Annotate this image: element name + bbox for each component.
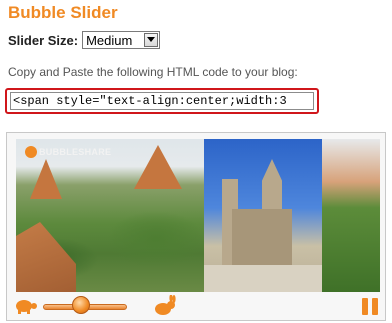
slider-size-row: Slider Size: Medium: [8, 31, 161, 49]
photo-cathedral[interactable]: [204, 139, 322, 292]
bubbleshare-logo: BUBBLESHARE: [25, 146, 111, 158]
speed-slider-handle[interactable]: [71, 296, 90, 314]
page-title: Bubble Slider: [8, 3, 118, 22]
embed-code-field[interactable]: <span style="text-align:center;width:3: [10, 92, 314, 110]
pause-icon[interactable]: [362, 298, 378, 315]
photo-rock-formations[interactable]: [16, 139, 204, 292]
photo-strip: BUBBLESHARE: [16, 139, 380, 292]
rabbit-icon[interactable]: [153, 295, 177, 317]
turtle-icon[interactable]: [13, 297, 37, 315]
photo-hillside[interactable]: [322, 139, 380, 292]
instructions-text: Copy and Paste the following HTML code t…: [8, 65, 298, 79]
code-highlight-frame: <span style="text-align:center;width:3: [5, 88, 319, 114]
bubble-slider-preview: BUBBLESHARE: [6, 132, 386, 321]
slider-size-select[interactable]: Medium: [82, 31, 161, 49]
slider-size-value: Medium: [86, 32, 133, 48]
slider-controls: [7, 292, 385, 320]
chevron-down-icon[interactable]: [144, 33, 159, 47]
slider-size-label: Slider Size:: [8, 32, 79, 48]
